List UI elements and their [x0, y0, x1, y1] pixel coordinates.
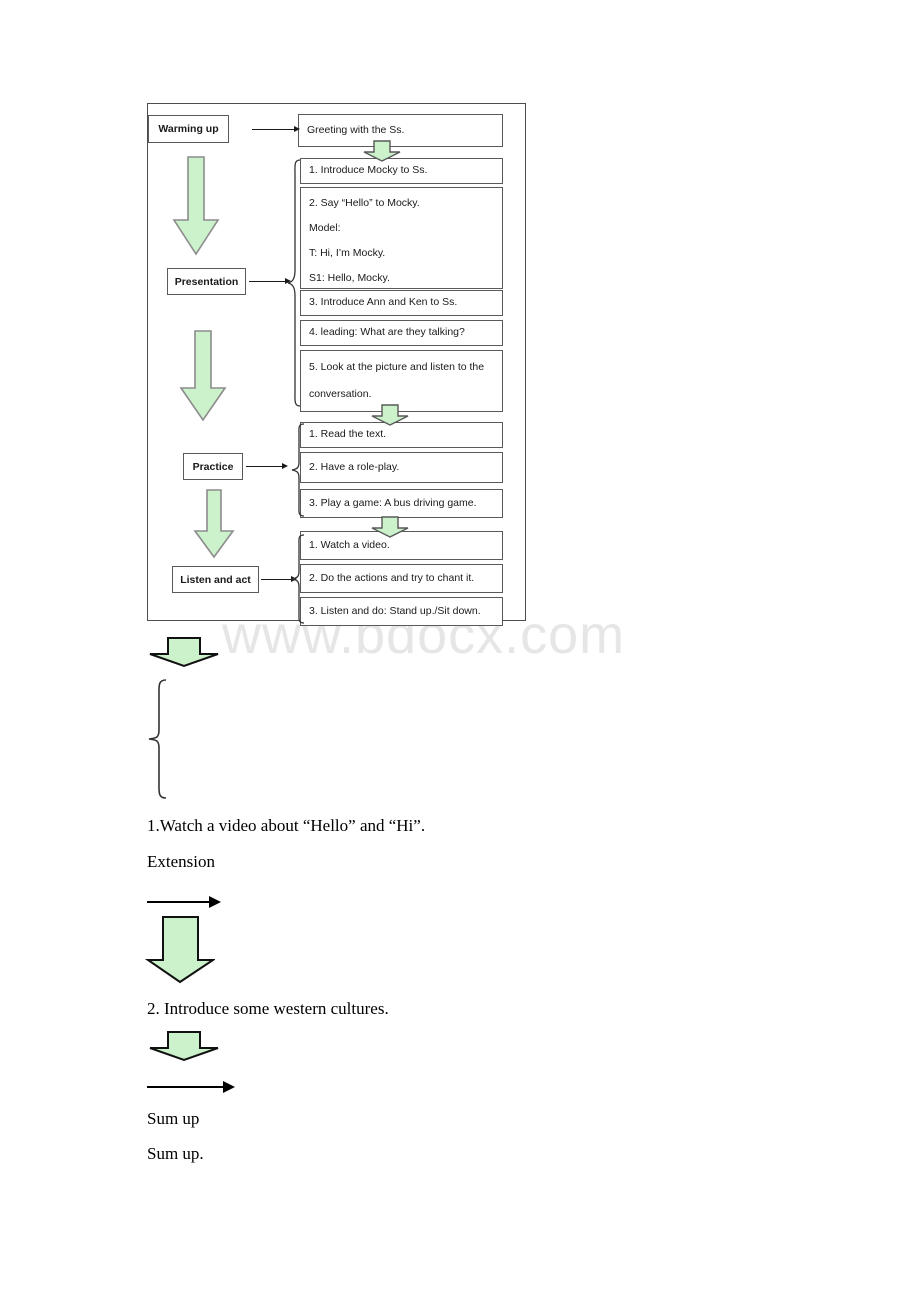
content-box-presentation-2[interactable]: 2. Say “Hello” to Mocky. Model: T: Hi, I… [300, 187, 503, 289]
content-line: 5. Look at the picture and listen to the [309, 361, 485, 373]
content-line: 3. Play a game: A bus driving game. [309, 496, 477, 509]
content-line: Model: [309, 222, 341, 235]
content-line: 1. Introduce Mocky to Ss. [309, 164, 428, 177]
long-right-arrow-sum-up [147, 1081, 235, 1093]
stage-label: Practice [192, 460, 234, 473]
green-squat-arrow-presentation-to-practice [370, 404, 410, 426]
connector-arrow-practice [246, 462, 288, 471]
arrow-head [282, 463, 288, 469]
long-right-arrow-extension [147, 896, 221, 908]
content-line: 2. Do the actions and try to chant it. [309, 571, 475, 584]
content-line: 4. leading: What are they talking? [309, 326, 465, 339]
brace-practice-group [290, 422, 306, 518]
green-down-arrow-3 [192, 489, 236, 559]
content-box-practice-2[interactable]: 2. Have a role-play. [300, 452, 503, 483]
content-line: 2. Say “Hello” to Mocky. [309, 197, 420, 209]
content-box-listen-2[interactable]: 2. Do the actions and try to chant it. [300, 564, 503, 593]
body-text-extension: Extension [147, 852, 215, 871]
connector-arrow-presentation [249, 277, 291, 286]
stage-box-warming-up[interactable]: Warming up [148, 115, 229, 143]
arrow-shaft [252, 129, 294, 130]
content-line: 2. Have a role-play. [309, 460, 400, 473]
green-squat-arrow-below-container [146, 636, 222, 668]
green-squat-arrow-warming-to-presentation [362, 140, 402, 162]
stage-label: Presentation [174, 275, 239, 288]
stage-box-presentation[interactable]: Presentation [167, 268, 246, 295]
stage-box-practice[interactable]: Practice [183, 453, 243, 480]
content-line: S1: Hello, Mocky. [309, 272, 390, 285]
arrow-shaft [246, 466, 282, 467]
content-box-presentation-5[interactable]: 5. Look at the picture and listen to the… [300, 350, 503, 412]
body-text-western-cultures: 2. Introduce some western cultures. [147, 999, 389, 1018]
content-line: T: Hi, I’m Mocky. [309, 247, 386, 260]
content-box-presentation-3[interactable]: 3. Introduce Ann and Ken to Ss. [300, 290, 503, 316]
content-box-presentation-4[interactable]: 4. leading: What are they talking? [300, 320, 503, 346]
body-text-sum-up: Sum up. [147, 1144, 204, 1163]
brace-listen-group [290, 533, 306, 625]
green-down-arrow-2 [178, 330, 228, 422]
body-text-sum-up-heading: Sum up [147, 1109, 200, 1128]
arrow-head [223, 1081, 235, 1093]
arrow-shaft [147, 1085, 223, 1088]
arrow-shaft [261, 579, 291, 580]
content-line: 3. Listen and do: Stand up./Sit down. [309, 604, 481, 617]
content-box-listen-3[interactable]: 3. Listen and do: Stand up./Sit down. [300, 597, 503, 626]
arrow-head [209, 896, 221, 908]
green-down-arrow-1 [171, 156, 221, 256]
green-squat-arrow-after-cultures [146, 1030, 222, 1062]
connector-arrow-warming-up [252, 125, 300, 134]
arrow-shaft [249, 281, 285, 282]
arrow-head [294, 126, 300, 132]
brace-below-container [146, 678, 168, 800]
content-line: conversation. [309, 388, 372, 401]
arrow-shaft [147, 900, 209, 903]
content-line: 1. Read the text. [309, 428, 387, 441]
content-box-practice-3[interactable]: 3. Play a game: A bus driving game. [300, 489, 503, 518]
green-down-arrow-extension [145, 915, 215, 985]
content-line: 1. Watch a video. [309, 538, 390, 551]
body-text-watch-video: 1.Watch a video about “Hello” and “Hi”. [147, 816, 426, 835]
stage-label: Warming up [158, 123, 219, 135]
content-line: 3. Introduce Ann and Ken to Ss. [309, 296, 458, 309]
green-squat-arrow-practice-to-listen [370, 516, 410, 538]
content-line: Greeting with the Ss. [307, 123, 405, 136]
stage-box-listen-and-act[interactable]: Listen and act [172, 566, 259, 593]
stage-label: Listen and act [180, 573, 251, 586]
brace-presentation-group [286, 158, 302, 408]
